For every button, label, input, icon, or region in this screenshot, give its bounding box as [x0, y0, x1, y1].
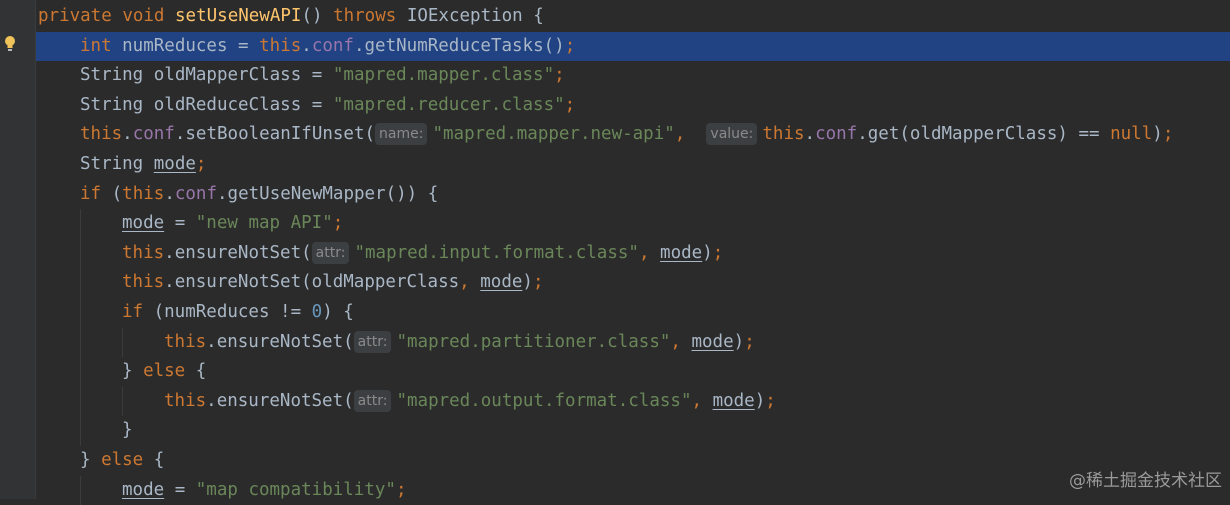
code-line-11: if (numReduces != 0) {: [36, 298, 1230, 328]
code-line-2-current: int numReduces = this.conf.getNumReduceT…: [36, 32, 1230, 62]
indent-guide: [80, 387, 81, 417]
code-line-12: this.ensureNotSet(attr:"mapred.partition…: [36, 328, 1230, 358]
indent-guide: [80, 357, 81, 387]
code-line-1: private void setUseNewAPI() throws IOExc…: [36, 2, 1230, 32]
code-line-8: mode = "new map API";: [36, 209, 1230, 239]
indent-guide: [80, 239, 81, 269]
code-line-13: } else {: [36, 357, 1230, 387]
code-line-7: if (this.conf.getUseNewMapper()) {: [36, 180, 1230, 210]
watermark: @稀土掘金技术社区: [1069, 466, 1222, 491]
code-line-16: } else {: [36, 446, 1230, 476]
parameter-hint-attr: attr:: [312, 242, 350, 264]
indent-guide: [80, 476, 81, 505]
code-line-14: this.ensureNotSet(attr:"mapred.output.fo…: [36, 387, 1230, 417]
indent-guide: [80, 298, 81, 328]
code-line-4: String oldReduceClass = "mapred.reducer.…: [36, 91, 1230, 121]
parameter-hint-attr: attr:: [354, 390, 392, 412]
editor-gutter[interactable]: [0, 0, 35, 499]
indent-guide: [122, 387, 123, 417]
indent-guide: [80, 209, 81, 239]
parameter-hint-value: value:: [706, 123, 757, 145]
indent-guide: [80, 268, 81, 298]
indent-guide: [80, 416, 81, 446]
code-editor[interactable]: private void setUseNewAPI() throws IOExc…: [36, 2, 1230, 505]
code-line-5: this.conf.setBooleanIfUnset(name:"mapred…: [36, 120, 1230, 150]
indent-guide: [122, 328, 123, 358]
code-line-15: }: [36, 416, 1230, 446]
indent-guide: [80, 328, 81, 358]
code-line-3: String oldMapperClass = "mapred.mapper.c…: [36, 61, 1230, 91]
lightbulb-icon[interactable]: [3, 35, 17, 53]
code-line-10: this.ensureNotSet(oldMapperClass, mode);: [36, 268, 1230, 298]
code-line-9: this.ensureNotSet(attr:"mapred.input.for…: [36, 239, 1230, 269]
code-line-6: String mode;: [36, 150, 1230, 180]
parameter-hint-name: name:: [375, 123, 427, 145]
parameter-hint-attr: attr:: [354, 331, 392, 353]
code-line-17: mode = "map compatibility";: [36, 476, 1230, 505]
